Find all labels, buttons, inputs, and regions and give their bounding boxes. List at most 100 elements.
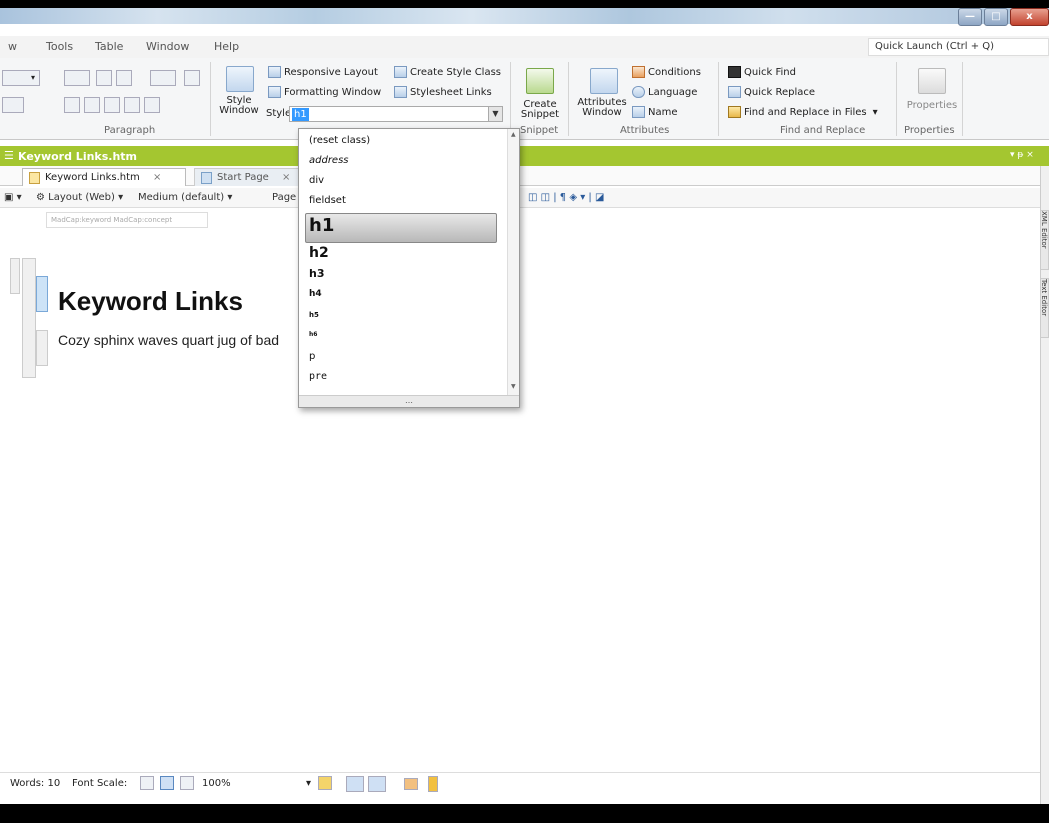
align-right-button[interactable] xyxy=(104,97,120,113)
dropdown-item-h2[interactable]: h2 xyxy=(309,245,497,261)
pin-icon[interactable]: ▾ ᵽ × xyxy=(1010,150,1034,160)
document-paragraph[interactable]: Cozy sphinx waves quart jug of bad xyxy=(58,332,279,348)
create-style-class-icon xyxy=(394,66,407,78)
zoom-level[interactable]: 100% xyxy=(202,778,231,789)
find-replace-group-title: Find and Replace xyxy=(780,125,866,136)
attributes-window-button[interactable]: Attributes Window xyxy=(576,98,628,118)
minimize-button[interactable]: — xyxy=(958,8,982,26)
style-combo-value[interactable]: h1 xyxy=(292,108,309,121)
paragraph-group-title: Paragraph xyxy=(104,125,156,136)
create-style-class-button[interactable]: Create Style Class xyxy=(394,66,501,78)
layout-dropdown[interactable]: ⚙ Layout (Web) ▾ xyxy=(36,192,123,203)
structure-p[interactable] xyxy=(36,330,48,366)
style-combo[interactable]: h1 ▼ xyxy=(289,106,503,122)
text-editor-tab[interactable]: Text Editor xyxy=(1040,278,1049,338)
font-scale-decrease-button[interactable] xyxy=(140,776,154,790)
scroll-down-icon[interactable]: ▼ xyxy=(511,383,516,390)
create-snippet-button[interactable]: Create Snippet xyxy=(514,100,566,120)
responsive-layout-button[interactable]: Responsive Layout xyxy=(268,66,378,78)
xml-editor-tab[interactable]: XML Editor xyxy=(1040,210,1049,270)
language-button[interactable]: Language xyxy=(632,86,697,98)
scroll-up-icon[interactable]: ▲ xyxy=(511,131,516,138)
menu-table[interactable]: Table xyxy=(95,40,123,53)
dropdown-item-pre[interactable]: pre xyxy=(309,371,497,382)
conditions-button[interactable]: Conditions xyxy=(632,66,701,78)
tab-keyword-links[interactable]: Keyword Links.htm × xyxy=(22,168,186,186)
medium-dropdown[interactable]: Medium (default) ▾ xyxy=(138,192,232,203)
dropdown-item-address[interactable]: address xyxy=(309,155,497,166)
find-replace-files-button[interactable]: Find and Replace in Files ▾ xyxy=(728,106,878,118)
view-dropdown[interactable]: ▣ ▾ xyxy=(4,192,22,203)
tab-close-icon[interactable]: × xyxy=(282,172,290,183)
dropdown-item-h3[interactable]: h3 xyxy=(309,267,497,280)
status-bar xyxy=(0,772,1040,796)
dropdown-resize-grip[interactable]: … xyxy=(299,395,519,407)
menu-view[interactable]: w xyxy=(8,40,17,53)
dropdown-item-div[interactable]: div xyxy=(309,175,497,186)
dropdown-item-h6[interactable]: h6 xyxy=(309,331,497,338)
toolbar-icons[interactable]: ◫ ◫ | ¶ ◈ ▾ | ◪ xyxy=(528,192,604,203)
menu-window[interactable]: Window xyxy=(146,40,189,53)
quick-replace-button[interactable]: Quick Replace xyxy=(728,86,815,98)
formatting-window-icon xyxy=(268,86,281,98)
properties-button[interactable]: Properties xyxy=(900,100,964,111)
justify-button[interactable] xyxy=(124,97,140,113)
align-center-button[interactable] xyxy=(84,97,100,113)
tab-start-page[interactable]: Start Page × xyxy=(194,168,304,186)
paragraph-box-button[interactable] xyxy=(184,70,200,86)
menu-help[interactable]: Help xyxy=(214,40,239,53)
ribbon-separator xyxy=(210,62,211,136)
split-view-icon[interactable] xyxy=(368,776,386,792)
ribbon-separator xyxy=(510,62,511,136)
find-in-files-icon xyxy=(728,106,741,118)
formatting-window-label: Formatting Window xyxy=(284,87,382,98)
page-button[interactable]: Page xyxy=(272,192,296,203)
preview-icon[interactable] xyxy=(404,778,418,790)
paragraph-option-button[interactable] xyxy=(2,97,24,113)
dropdown-item-p[interactable]: p xyxy=(309,351,497,362)
close-button[interactable]: x xyxy=(1010,8,1049,26)
bullets-button[interactable] xyxy=(64,70,90,86)
structure-h1[interactable] xyxy=(36,276,48,312)
document-heading[interactable]: Keyword Links xyxy=(58,286,243,317)
font-size-dropdown[interactable]: ▾ xyxy=(2,70,40,86)
structure-html[interactable] xyxy=(10,258,20,294)
borders-button[interactable] xyxy=(150,70,176,86)
font-scale-increase-button[interactable] xyxy=(180,776,194,790)
formatting-window-button[interactable]: Formatting Window xyxy=(268,86,381,98)
language-label: Language xyxy=(648,87,698,98)
tab-close-icon[interactable]: × xyxy=(153,172,161,183)
menu-icon[interactable]: ☰ xyxy=(4,149,14,162)
quick-launch-input[interactable]: Quick Launch (Ctrl + Q) xyxy=(868,38,1049,56)
chevron-down-icon[interactable]: ▾ xyxy=(873,107,878,118)
layout-label: Layout (Web) xyxy=(48,192,115,203)
tool-icon[interactable] xyxy=(428,776,438,792)
maximize-button[interactable]: □ xyxy=(984,8,1008,26)
structure-body[interactable] xyxy=(22,258,36,378)
increase-indent-button[interactable] xyxy=(116,70,132,86)
properties-group-title: Properties xyxy=(904,125,955,136)
find-replace-files-label: Find and Replace in Files xyxy=(744,107,867,118)
conditions-icon xyxy=(632,66,645,78)
menu-tools[interactable]: Tools xyxy=(46,40,73,53)
dropdown-item-h4[interactable]: h4 xyxy=(309,289,497,299)
dropdown-item-h1[interactable]: h1 xyxy=(309,215,497,236)
style-dropdown-list[interactable]: (reset class) address div fieldset h1 h2… xyxy=(298,128,520,408)
quick-find-button[interactable]: Quick Find xyxy=(728,66,796,78)
status-tool-icon[interactable] xyxy=(318,776,332,790)
dropdown-item-fieldset[interactable]: fieldset xyxy=(309,195,497,206)
align-left-button[interactable] xyxy=(64,97,80,113)
chevron-down-icon[interactable]: ▾ xyxy=(306,778,311,789)
chevron-down-icon[interactable]: ▼ xyxy=(488,107,502,121)
font-scale-reset-button[interactable] xyxy=(160,776,174,790)
layout-view-icon[interactable] xyxy=(346,776,364,792)
style-window-button[interactable]: Style Window xyxy=(216,96,262,116)
clear-alignment-button[interactable] xyxy=(144,97,160,113)
name-button[interactable]: Name xyxy=(632,106,678,118)
decrease-indent-button[interactable] xyxy=(96,70,112,86)
create-style-class-label: Create Style Class xyxy=(410,67,502,78)
dropdown-scrollbar[interactable]: ▲ ▼ xyxy=(507,129,519,395)
dropdown-item-reset-class[interactable]: (reset class) xyxy=(309,135,497,146)
dropdown-item-h5[interactable]: h5 xyxy=(309,311,497,319)
stylesheet-links-button[interactable]: Stylesheet Links xyxy=(394,86,492,98)
